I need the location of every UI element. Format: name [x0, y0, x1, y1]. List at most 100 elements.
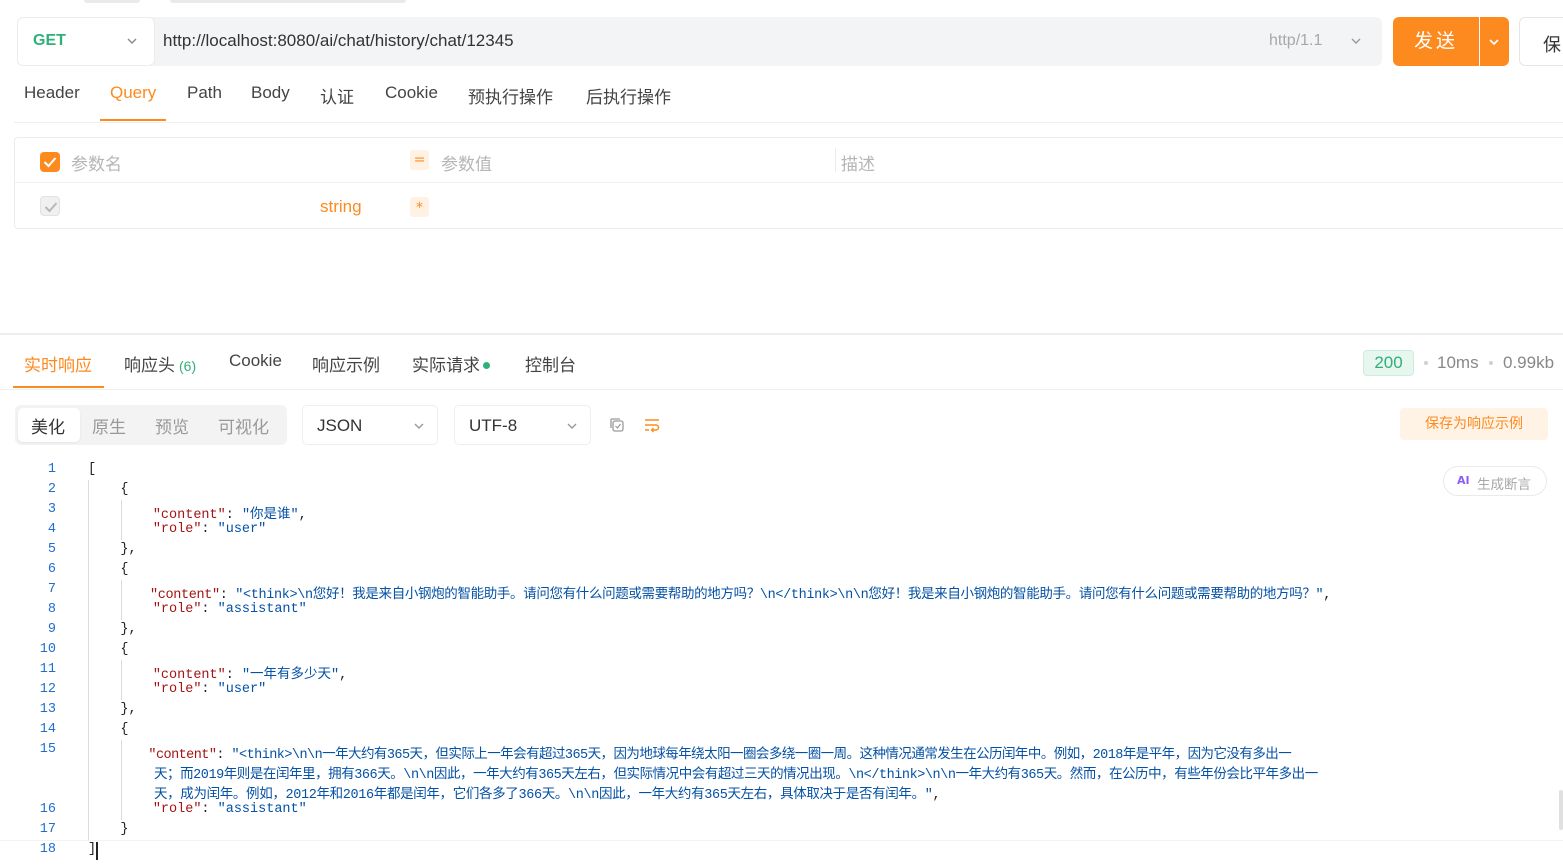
code-line: "content": "<think>\n您好！我是来自小钢炮的智能助手。请问您…: [150, 588, 1332, 603]
tab-response-headers-label: 响应头: [124, 356, 175, 375]
send-dropdown-button[interactable]: [1480, 17, 1509, 66]
code-line: "role": "assistant": [152, 602, 307, 617]
format-value: JSON: [317, 416, 363, 435]
status-dot-icon: [483, 362, 490, 369]
tab-header[interactable]: Header: [24, 83, 80, 103]
line-number: 12: [39, 682, 56, 697]
param-type[interactable]: string: [320, 197, 362, 217]
method-select[interactable]: GET: [17, 17, 155, 66]
column-header-description: 描述: [841, 155, 875, 175]
chevron-down-icon: [1489, 39, 1499, 46]
column-header-value: 参数值: [441, 155, 492, 175]
code-line: "content": "一年有多少天",: [152, 668, 348, 683]
json-string: "user": [217, 682, 267, 697]
wrap-lines-icon[interactable]: [643, 416, 661, 434]
view-mode-preview[interactable]: 预览: [155, 413, 189, 438]
line-number: 10: [39, 642, 56, 657]
tab-actual-request-label: 实际请求: [412, 356, 480, 375]
view-mode-beautify[interactable]: 美化: [18, 408, 80, 442]
json-string: "<think>\n您好！我是来自小钢炮的智能助手。请问您有什么问题或需要帮助的…: [235, 588, 1324, 603]
chevron-down-icon: [414, 423, 424, 429]
code-line: {: [88, 642, 129, 657]
json-key: "content": [152, 508, 226, 523]
method-label: GET: [33, 32, 66, 49]
tab-query[interactable]: Query: [110, 83, 156, 103]
column-header-name: 参数名: [71, 155, 122, 175]
tab-actual-request[interactable]: 实际请求: [412, 351, 490, 376]
line-number: 15: [39, 742, 56, 757]
tab-path[interactable]: Path: [187, 83, 222, 103]
text-cursor: [96, 842, 98, 860]
line-number: 9: [47, 622, 56, 637]
json-string: "一年有多少天": [241, 668, 340, 683]
view-mode-visualize[interactable]: 可视化: [218, 413, 269, 438]
code-line: }: [88, 822, 129, 837]
save-button[interactable]: 保: [1519, 17, 1563, 66]
format-select[interactable]: JSON: [302, 405, 438, 445]
code-line: "role": "user": [152, 522, 267, 537]
http-version-select[interactable]: http/1.1: [1269, 32, 1322, 50]
top-clipped-strip: [0, 0, 1563, 6]
line-number: 2: [47, 482, 56, 497]
tab-body[interactable]: Body: [251, 83, 290, 103]
code-line: {: [88, 562, 129, 577]
view-mode-segment: 美化 原生 预览 可视化: [15, 405, 287, 445]
encoding-select[interactable]: UTF-8: [454, 405, 591, 445]
divider: [0, 840, 1563, 841]
row-divider: [15, 182, 1563, 183]
scrollbar[interactable]: [1559, 790, 1563, 830]
row-checkbox[interactable]: [40, 196, 60, 216]
select-all-checkbox[interactable]: [40, 152, 60, 172]
code-line: "content": "<think>\n\n一年大约有365天，但实际上一年会…: [148, 748, 1292, 763]
response-size: 0.99kb: [1503, 353, 1555, 372]
code-line: },: [88, 702, 137, 717]
tab-console[interactable]: 控制台: [525, 351, 576, 376]
tab-post-script[interactable]: 后执行操作: [586, 83, 671, 108]
tab-auth[interactable]: 认证: [320, 83, 354, 108]
code-line-wrapped: 天，成为闰年。例如，2012年和2016年都是闰年，它们各多了366天。\n\n…: [154, 788, 941, 803]
divider: [0, 389, 1563, 390]
copy-icon[interactable]: [608, 416, 626, 434]
line-number: 16: [39, 802, 56, 817]
view-mode-raw[interactable]: 原生: [92, 413, 126, 438]
tab-response-cookie[interactable]: Cookie: [229, 351, 282, 371]
send-button[interactable]: 发送: [1393, 17, 1479, 66]
tab-realtime-response[interactable]: 实时响应: [24, 351, 92, 376]
json-key: "role": [152, 602, 202, 617]
line-number: 13: [39, 702, 56, 717]
json-key: "content": [152, 668, 226, 683]
separator-dot: [1424, 361, 1428, 365]
chevron-down-icon[interactable]: [1350, 35, 1362, 47]
check-icon: [44, 202, 58, 213]
active-tab-indicator: [100, 119, 166, 121]
tab-cookie[interactable]: Cookie: [385, 83, 438, 103]
json-string: "assistant": [217, 602, 307, 617]
check-icon: [43, 157, 57, 168]
required-badge: *: [410, 197, 429, 217]
tab-response-headers[interactable]: 响应头 (6): [124, 351, 196, 376]
url-bar: GET http://localhost:8080/ai/chat/histor…: [17, 17, 1382, 66]
response-time: 10ms: [1437, 353, 1479, 372]
line-number: 8: [47, 602, 56, 617]
json-string: "user": [217, 522, 267, 537]
code-line: {: [88, 722, 129, 737]
chevron-down-icon: [127, 38, 137, 44]
tab-response-examples[interactable]: 响应示例: [312, 351, 380, 376]
separator-dot: [1489, 361, 1493, 365]
line-number: 6: [47, 562, 56, 577]
panel-divider[interactable]: [0, 333, 1563, 335]
save-as-example-button[interactable]: 保存为响应示例: [1400, 408, 1548, 440]
line-number: 4: [47, 522, 56, 537]
divider: [14, 122, 1563, 123]
url-input[interactable]: http://localhost:8080/ai/chat/history/ch…: [163, 31, 514, 51]
tab-pre-script[interactable]: 预执行操作: [468, 83, 553, 108]
line-number: 11: [39, 662, 56, 677]
json-string: 天，成为闰年。例如，2012年和2016年都是闰年，它们各多了366天。\n\n…: [154, 788, 933, 803]
status-badge: 200: [1363, 350, 1414, 376]
line-number: 5: [47, 542, 56, 557]
json-key: "content": [150, 588, 220, 603]
json-key: "role": [152, 522, 202, 537]
code-line-wrapped: 天；而2019年则是在闰年里，拥有366天。\n\n因此，一年大约有365天左右…: [154, 762, 1318, 783]
generate-assertion-button[interactable]: AI 生成断言: [1443, 466, 1547, 496]
code-line: "content": "你是谁",: [152, 508, 307, 523]
